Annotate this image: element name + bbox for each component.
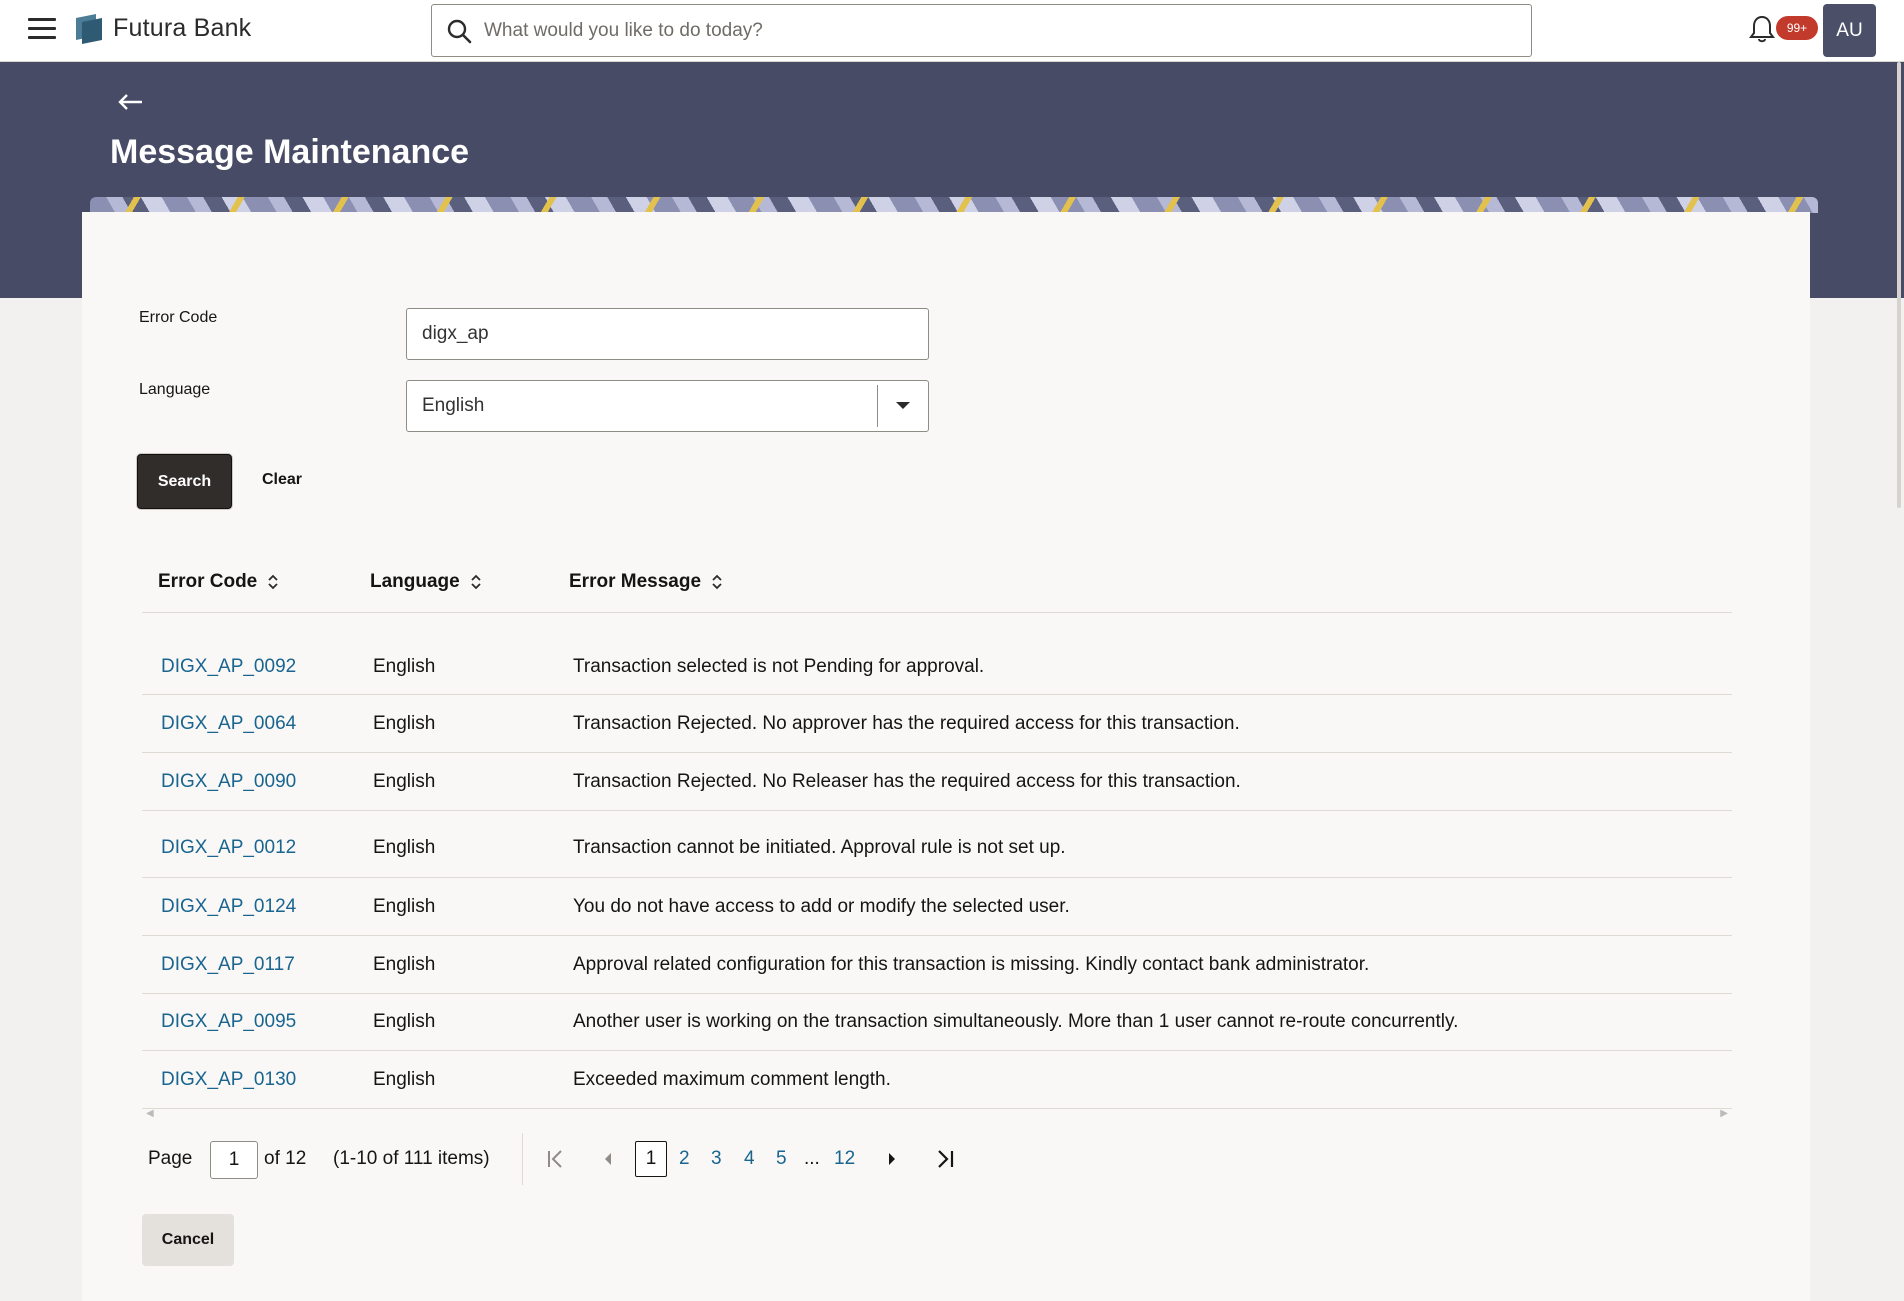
error-message-cell: Transaction Rejected. No approver has th… [573, 713, 1240, 734]
table-row: DIGX_AP_0130 English Exceeded maximum co… [142, 1051, 1732, 1109]
hamburger-menu-icon[interactable] [28, 18, 56, 42]
scroll-right-icon[interactable]: ▶ [1720, 1108, 1728, 1119]
error-message-cell: Transaction selected is not Pending for … [573, 656, 985, 677]
table-header: Error Code Language Error Message [142, 554, 1732, 613]
items-range-label: (1-10 of 111 items) [333, 1148, 490, 1169]
language-cell: English [373, 656, 436, 677]
error-code-input[interactable]: digx_ap [406, 308, 929, 360]
results-table: Error Code Language Error Message DIGX_A… [142, 554, 1732, 1109]
error-code-label: Error Code [139, 309, 218, 326]
back-arrow-icon[interactable] [116, 91, 146, 113]
error-code-value: digx_ap [422, 323, 489, 344]
top-bar: Futura Bank 99+ AU [0, 0, 1904, 62]
search-button[interactable]: Search [137, 454, 232, 509]
table-row: DIGX_AP_0117 English Approval related co… [142, 936, 1732, 994]
error-code-link[interactable]: DIGX_AP_0130 [161, 1069, 296, 1091]
language-cell: English [373, 1011, 436, 1032]
language-label: Language [139, 381, 211, 398]
previous-page-icon[interactable] [596, 1147, 620, 1171]
language-select[interactable]: English [406, 380, 929, 432]
error-code-link[interactable]: DIGX_AP_0012 [161, 837, 296, 859]
error-code-link[interactable]: DIGX_AP_0092 [161, 656, 296, 678]
first-page-icon[interactable] [544, 1147, 568, 1171]
user-avatar[interactable]: AU [1823, 4, 1876, 57]
table-row: DIGX_AP_0064 English Transaction Rejecte… [142, 695, 1732, 753]
error-code-link[interactable]: DIGX_AP_0090 [161, 771, 296, 793]
error-code-link[interactable]: DIGX_AP_0064 [161, 713, 296, 735]
sort-icon [471, 574, 481, 590]
notification-badge: 99+ [1776, 16, 1818, 40]
language-cell: English [373, 713, 436, 734]
page-5-button[interactable]: 5 [776, 1148, 787, 1170]
global-search[interactable] [431, 4, 1532, 57]
table-row: DIGX_AP_0095 English Another user is wor… [142, 994, 1732, 1051]
column-header-error-code[interactable]: Error Code [158, 571, 279, 593]
error-code-link[interactable]: DIGX_AP_0124 [161, 896, 296, 918]
table-row: DIGX_AP_0124 English You do not have acc… [142, 878, 1732, 936]
page-12-button[interactable]: 12 [834, 1148, 855, 1170]
sort-icon [268, 574, 278, 590]
table-horizontal-scrollbar[interactable]: ◀ ▶ [142, 1108, 1732, 1120]
error-message-cell: Another user is working on the transacti… [573, 1011, 1459, 1032]
language-cell: English [373, 837, 436, 858]
search-icon [447, 19, 472, 44]
language-cell: English [373, 954, 436, 975]
decorative-pattern-strip [90, 197, 1818, 213]
cancel-button[interactable]: Cancel [142, 1214, 234, 1266]
chevron-down-icon [896, 402, 910, 409]
pagination-divider [522, 1133, 523, 1185]
column-header-label: Language [370, 571, 460, 592]
language-cell: English [373, 771, 436, 792]
language-selected-value: English [422, 395, 485, 416]
next-page-icon[interactable] [880, 1147, 904, 1171]
page-1-button[interactable]: 1 [635, 1141, 667, 1177]
error-message-cell: Exceeded maximum comment length. [573, 1069, 891, 1090]
bank-logo-icon [76, 14, 102, 44]
page-3-button[interactable]: 3 [711, 1148, 722, 1170]
page-4-button[interactable]: 4 [744, 1148, 755, 1170]
error-code-link[interactable]: DIGX_AP_0117 [161, 954, 295, 976]
last-page-icon[interactable] [933, 1147, 957, 1171]
error-message-cell: Transaction Rejected. No Releaser has th… [573, 771, 1241, 792]
language-cell: English [373, 1069, 436, 1090]
error-message-cell: You do not have access to add or modify … [573, 896, 1070, 917]
pagination-ellipsis: ... [804, 1148, 820, 1169]
page-vertical-scrollbar[interactable] [1897, 62, 1901, 508]
page-total-label: of 12 [264, 1148, 307, 1169]
column-header-label: Error Message [569, 571, 702, 592]
notification-bell-icon[interactable] [1748, 14, 1776, 44]
brand-name: Futura Bank [113, 14, 252, 42]
table-row: DIGX_AP_0090 English Transaction Rejecte… [142, 753, 1732, 811]
page-number-input[interactable]: 1 [210, 1141, 258, 1179]
table-row: DIGX_AP_0012 English Transaction cannot … [142, 811, 1732, 878]
error-code-link[interactable]: DIGX_AP_0095 [161, 1011, 296, 1033]
error-message-cell: Transaction cannot be initiated. Approva… [573, 837, 1066, 858]
column-header-error-message[interactable]: Error Message [569, 571, 723, 593]
column-header-label: Error Code [158, 571, 258, 592]
language-cell: English [373, 896, 436, 917]
page-2-button[interactable]: 2 [679, 1148, 690, 1170]
clear-button[interactable]: Clear [262, 471, 302, 489]
table-row: DIGX_AP_0092 English Transaction selecte… [142, 614, 1732, 695]
column-header-language[interactable]: Language [370, 571, 482, 593]
page-title: Message Maintenance [110, 133, 470, 171]
global-search-input[interactable] [484, 13, 1514, 49]
page-label: Page [148, 1148, 193, 1169]
scroll-left-icon[interactable]: ◀ [146, 1108, 154, 1119]
error-message-cell: Approval related configuration for this … [573, 954, 1370, 975]
sort-icon [712, 574, 722, 590]
select-divider [877, 385, 878, 427]
